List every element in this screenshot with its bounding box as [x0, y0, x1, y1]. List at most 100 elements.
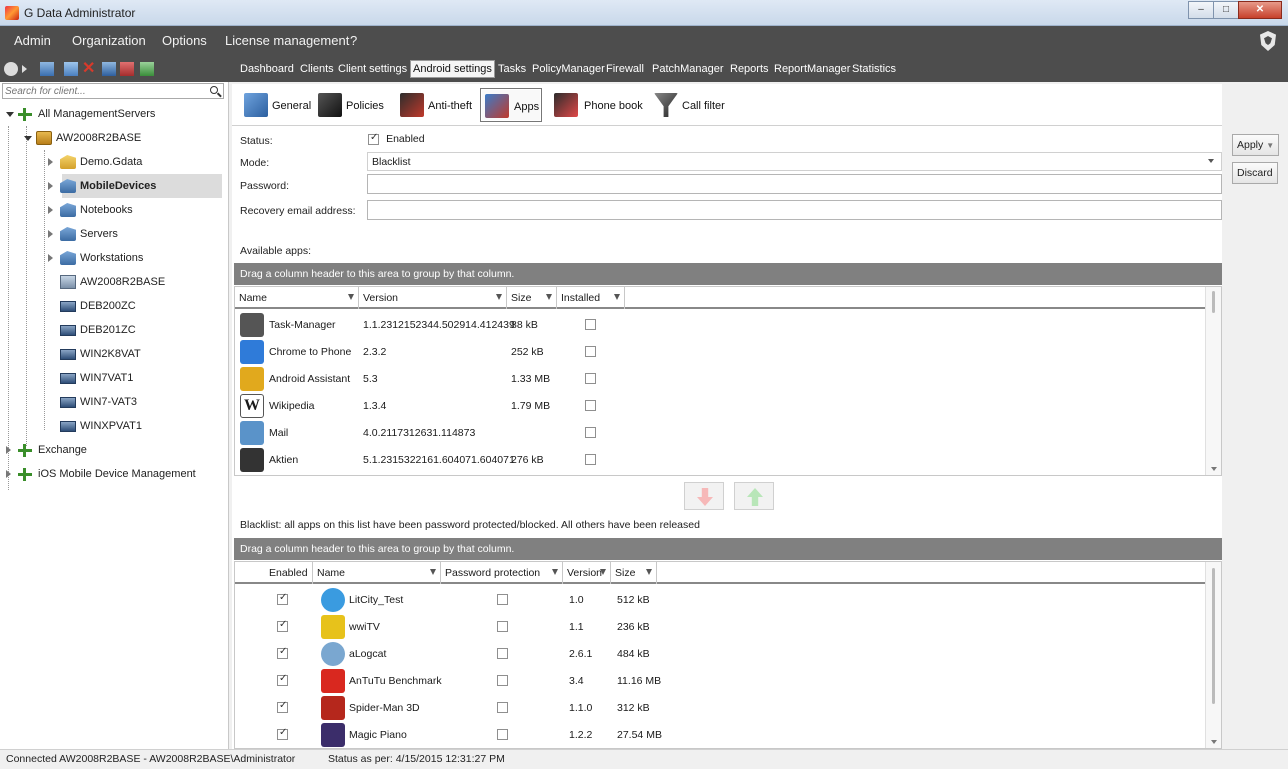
scrollbar-thumb[interactable] [1212, 291, 1215, 313]
enabled-checkbox[interactable] [277, 619, 288, 632]
status-enabled-checkbox[interactable] [368, 132, 379, 145]
tab-client-settings[interactable]: Client settings [336, 60, 409, 78]
search-icon[interactable] [210, 86, 218, 94]
tab-firewall[interactable]: Firewall [604, 60, 646, 78]
tree-node[interactable]: iOS Mobile Device Management [0, 462, 228, 486]
remove-client-icon[interactable] [120, 62, 134, 76]
minimize-button[interactable]: – [1188, 1, 1214, 19]
scroll-down-icon[interactable] [1211, 467, 1217, 471]
tree-node[interactable]: MobileDevices [48, 174, 222, 198]
table-row[interactable]: LitCity_Test 1.0 512 kB [235, 586, 1205, 615]
maximize-button[interactable]: □ [1213, 1, 1239, 19]
remove-from-blacklist-button[interactable] [734, 482, 774, 510]
tab-tasks[interactable]: Tasks [496, 60, 528, 78]
password-protection-checkbox[interactable] [497, 621, 508, 632]
tree-node[interactable]: WIN7VAT1 [0, 366, 228, 390]
subtab-apps[interactable]: Apps [480, 88, 542, 122]
tab-reports[interactable]: Reports [728, 60, 771, 78]
install-icon[interactable] [140, 62, 154, 76]
col-installed[interactable]: Installed [557, 287, 625, 309]
tab-clients[interactable]: Clients [298, 60, 336, 78]
apply-button[interactable]: Apply ▼ [1232, 134, 1280, 156]
tree-node[interactable]: WIN7-VAT3 [0, 390, 228, 414]
installed-checkbox[interactable] [585, 373, 596, 384]
delete-icon[interactable]: ✕ [82, 61, 96, 77]
tab-reportmanager[interactable]: ReportManager [772, 60, 852, 78]
table-row[interactable]: Chrome to Phone 2.3.2 252 kB [235, 338, 1205, 367]
password-protection-checkbox[interactable] [497, 594, 508, 605]
table-row[interactable]: Task-Manager 1.1.2312152344.502914.412439… [235, 311, 1205, 340]
expand-icon[interactable] [48, 158, 53, 166]
enabled-checkbox[interactable] [277, 727, 288, 740]
tree-node[interactable]: Notebooks [0, 198, 228, 222]
tab-dashboard[interactable]: Dashboard [238, 60, 296, 78]
password-protection-checkbox[interactable] [497, 675, 508, 686]
tree-node[interactable]: WINXPVAT1 [0, 414, 228, 438]
col-size[interactable]: Size [507, 287, 557, 309]
installed-checkbox[interactable] [585, 319, 596, 330]
col-bl-name[interactable]: Name [313, 562, 441, 584]
table-row[interactable]: W Wikipedia 1.3.4 1.79 MB [235, 392, 1205, 421]
menu-options[interactable]: Options [162, 26, 207, 56]
tree-node[interactable]: Workstations [0, 246, 228, 270]
installed-checkbox[interactable] [585, 427, 596, 438]
mode-select[interactable]: Blacklist [367, 152, 1222, 171]
expand-icon[interactable] [48, 230, 53, 238]
col-bl-size[interactable]: Size [611, 562, 657, 584]
menu-help[interactable]: ? [350, 26, 357, 56]
group-icon[interactable] [40, 62, 54, 76]
table-row[interactable]: wwiTV 1.1 236 kB [235, 613, 1205, 642]
recovery-email-input[interactable] [367, 200, 1222, 220]
menu-organization[interactable]: Organization [72, 26, 146, 56]
refresh-icon[interactable] [4, 62, 18, 76]
enabled-checkbox[interactable] [277, 646, 288, 659]
play-icon[interactable] [22, 65, 27, 73]
password-protection-checkbox[interactable] [497, 702, 508, 713]
installed-checkbox[interactable] [585, 454, 596, 465]
tab-statistics[interactable]: Statistics [850, 60, 898, 78]
tree-node[interactable]: Servers [0, 222, 228, 246]
collapse-icon[interactable] [6, 112, 14, 117]
tree-node[interactable]: Exchange [0, 438, 228, 462]
move-to-blacklist-button[interactable] [684, 482, 724, 510]
tab-android-settings[interactable]: Android settings [410, 60, 495, 78]
password-protection-checkbox[interactable] [497, 648, 508, 659]
col-name[interactable]: Name [235, 287, 359, 309]
col-password-protection[interactable]: Password protection [441, 562, 563, 584]
subtab-phone-book[interactable]: Phone book [550, 90, 646, 120]
table-row[interactable]: Android Assistant 5.3 1.33 MB [235, 365, 1205, 394]
tab-patchmanager[interactable]: PatchManager [650, 60, 726, 78]
close-button[interactable]: ✕ [1238, 1, 1282, 19]
client-icon[interactable] [102, 62, 116, 76]
table-row[interactable]: aLogcat 2.6.1 484 kB [235, 640, 1205, 669]
table-row[interactable]: Magic Piano 1.2.2 27.54 MB [235, 721, 1205, 748]
add-group-icon[interactable] [64, 62, 78, 76]
enabled-checkbox[interactable] [277, 592, 288, 605]
installed-checkbox[interactable] [585, 400, 596, 411]
tree-node[interactable]: WIN2K8VAT [0, 342, 228, 366]
subtab-anti-theft[interactable]: Anti-theft [396, 90, 480, 120]
subtab-general[interactable]: General [240, 90, 311, 120]
menu-admin[interactable]: Admin [14, 26, 51, 56]
subtab-call-filter[interactable]: Call filter [650, 90, 732, 120]
table-row[interactable]: Mail 4.0.2117312631.114873 [235, 419, 1205, 448]
table-row[interactable]: Aktien 5.1.2315322161.604071.604071 276 kB [235, 446, 1205, 475]
tree-node[interactable]: AW2008R2BASE [0, 126, 228, 150]
enabled-checkbox[interactable] [277, 673, 288, 686]
col-version[interactable]: Version [359, 287, 507, 309]
search-input[interactable] [3, 84, 203, 98]
tree-node[interactable]: AW2008R2BASE [0, 270, 228, 294]
collapse-icon[interactable] [24, 136, 32, 141]
blacklist-scrollbar[interactable] [1205, 562, 1221, 748]
subtab-policies[interactable]: Policies [314, 90, 386, 120]
tree-node[interactable]: All ManagementServers [0, 102, 228, 126]
enabled-checkbox[interactable] [277, 700, 288, 713]
expand-icon[interactable] [6, 446, 11, 454]
tab-policymanager[interactable]: PolicyManager [530, 60, 607, 78]
password-protection-checkbox[interactable] [497, 729, 508, 740]
expand-icon[interactable] [48, 254, 53, 262]
tree-node[interactable]: Demo.Gdata [0, 150, 228, 174]
table-row[interactable]: AnTuTu Benchmark 3.4 11.16 MB [235, 667, 1205, 696]
password-input[interactable] [367, 174, 1222, 194]
discard-button[interactable]: Discard [1232, 162, 1278, 184]
